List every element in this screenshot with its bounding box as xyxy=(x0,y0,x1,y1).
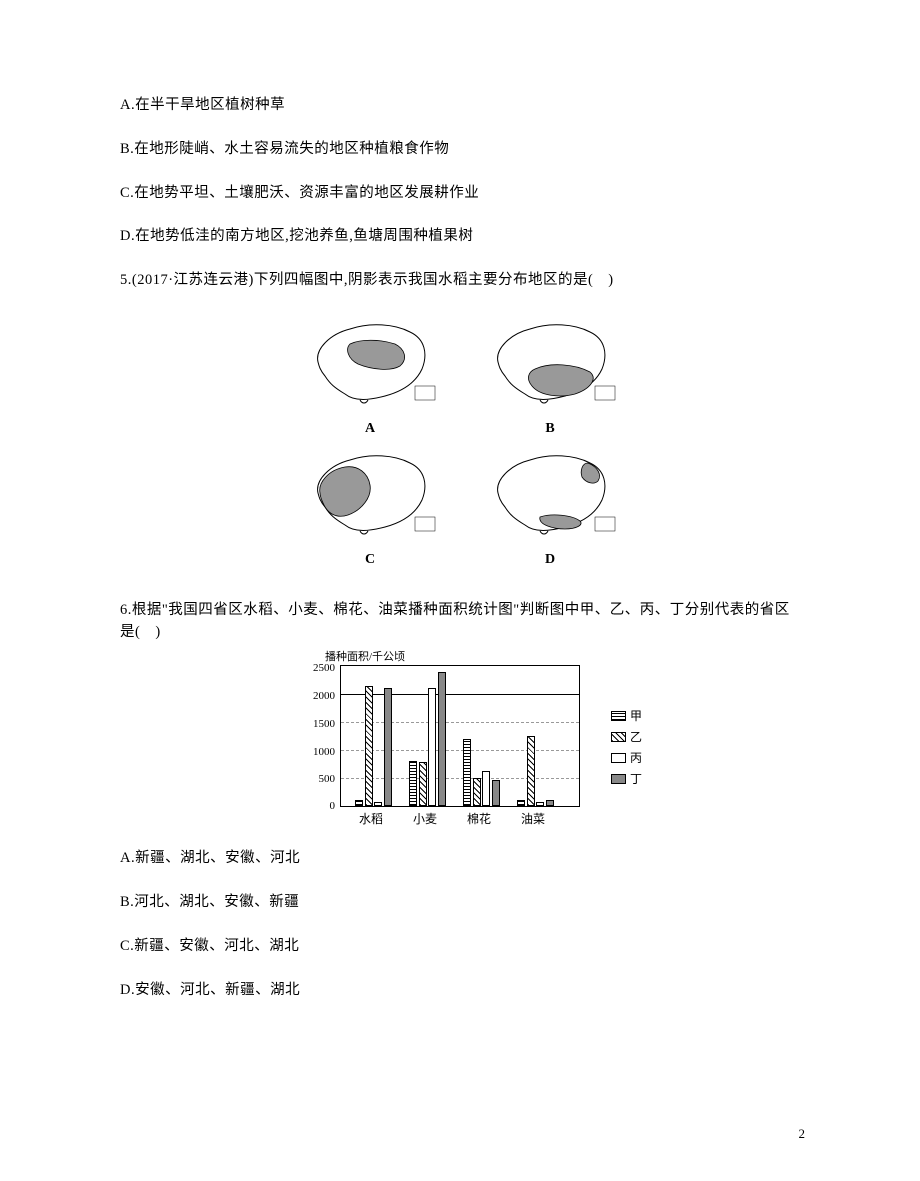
xtick: 小麦 xyxy=(405,810,445,828)
china-map-icon xyxy=(300,445,440,540)
q4-option-b: B.在地形陡峭、水土容易流失的地区种植粮食作物 xyxy=(120,139,800,161)
chart-y-title: 播种面积/千公顷 xyxy=(325,649,405,666)
legend-ding: 丁 xyxy=(630,770,642,788)
q5-stem: 5.(2017·江苏连云港)下列四幅图中,阴影表示我国水稻主要分布地区的是( ) xyxy=(120,270,800,292)
ytick: 1000 xyxy=(285,744,335,761)
map-label-c: C xyxy=(300,549,440,570)
map-c: C xyxy=(300,445,440,570)
legend-yi: 乙 xyxy=(630,728,642,746)
q6-option-b: B.河北、湖北、安徽、新疆 xyxy=(120,892,800,914)
q4-option-c: C.在地势平坦、土壤肥沃、资源丰富的地区发展耕作业 xyxy=(120,183,800,205)
map-label-a: A xyxy=(300,418,440,439)
chart-plot-area: 2500 2000 1500 1000 500 0 xyxy=(340,665,580,807)
ytick: 0 xyxy=(285,798,335,815)
ytick: 500 xyxy=(285,771,335,788)
xtick: 油菜 xyxy=(513,810,553,828)
map-d: D xyxy=(480,445,620,570)
q6-option-c: C.新疆、安徽、河北、湖北 xyxy=(120,936,800,958)
page: A.在半干旱地区植树种草 B.在地形陡峭、水土容易流失的地区种植粮食作物 C.在… xyxy=(0,0,920,1181)
q4-option-d: D.在地势低洼的南方地区,挖池养鱼,鱼塘周围种植果树 xyxy=(120,226,800,248)
china-map-icon xyxy=(300,314,440,409)
q6-option-d: D.安徽、河北、新疆、湖北 xyxy=(120,980,800,1002)
q5-figure: A B C xyxy=(120,314,800,570)
q6-option-a: A.新疆、湖北、安徽、河北 xyxy=(120,848,800,870)
q6-stem: 6.根据"我国四省区水稻、小麦、棉花、油菜播种面积统计图"判断图中甲、乙、丙、丁… xyxy=(120,600,800,644)
legend-jia: 甲 xyxy=(630,707,642,725)
bar-group-cotton xyxy=(463,739,500,806)
chart-legend: 甲 乙 丙 丁 xyxy=(611,707,642,791)
bar-group-rapeseed xyxy=(517,736,554,806)
ytick: 2500 xyxy=(285,660,335,677)
xtick: 棉花 xyxy=(459,810,499,828)
bar-group-wheat xyxy=(409,672,446,806)
map-b: B xyxy=(480,314,620,439)
map-a: A xyxy=(300,314,440,439)
bar-group-rice xyxy=(355,686,392,806)
q6-chart: 播种面积/千公顷 2500 2000 1500 1000 500 0 xyxy=(120,665,800,814)
ytick: 1500 xyxy=(285,716,335,733)
map-label-b: B xyxy=(480,418,620,439)
china-map-icon xyxy=(480,445,620,540)
ytick: 2000 xyxy=(285,688,335,705)
page-number: 2 xyxy=(799,1124,806,1144)
map-label-d: D xyxy=(480,549,620,570)
q4-option-a: A.在半干旱地区植树种草 xyxy=(120,95,800,117)
china-map-icon xyxy=(480,314,620,409)
xtick: 水稻 xyxy=(351,810,391,828)
legend-bing: 丙 xyxy=(630,749,642,767)
